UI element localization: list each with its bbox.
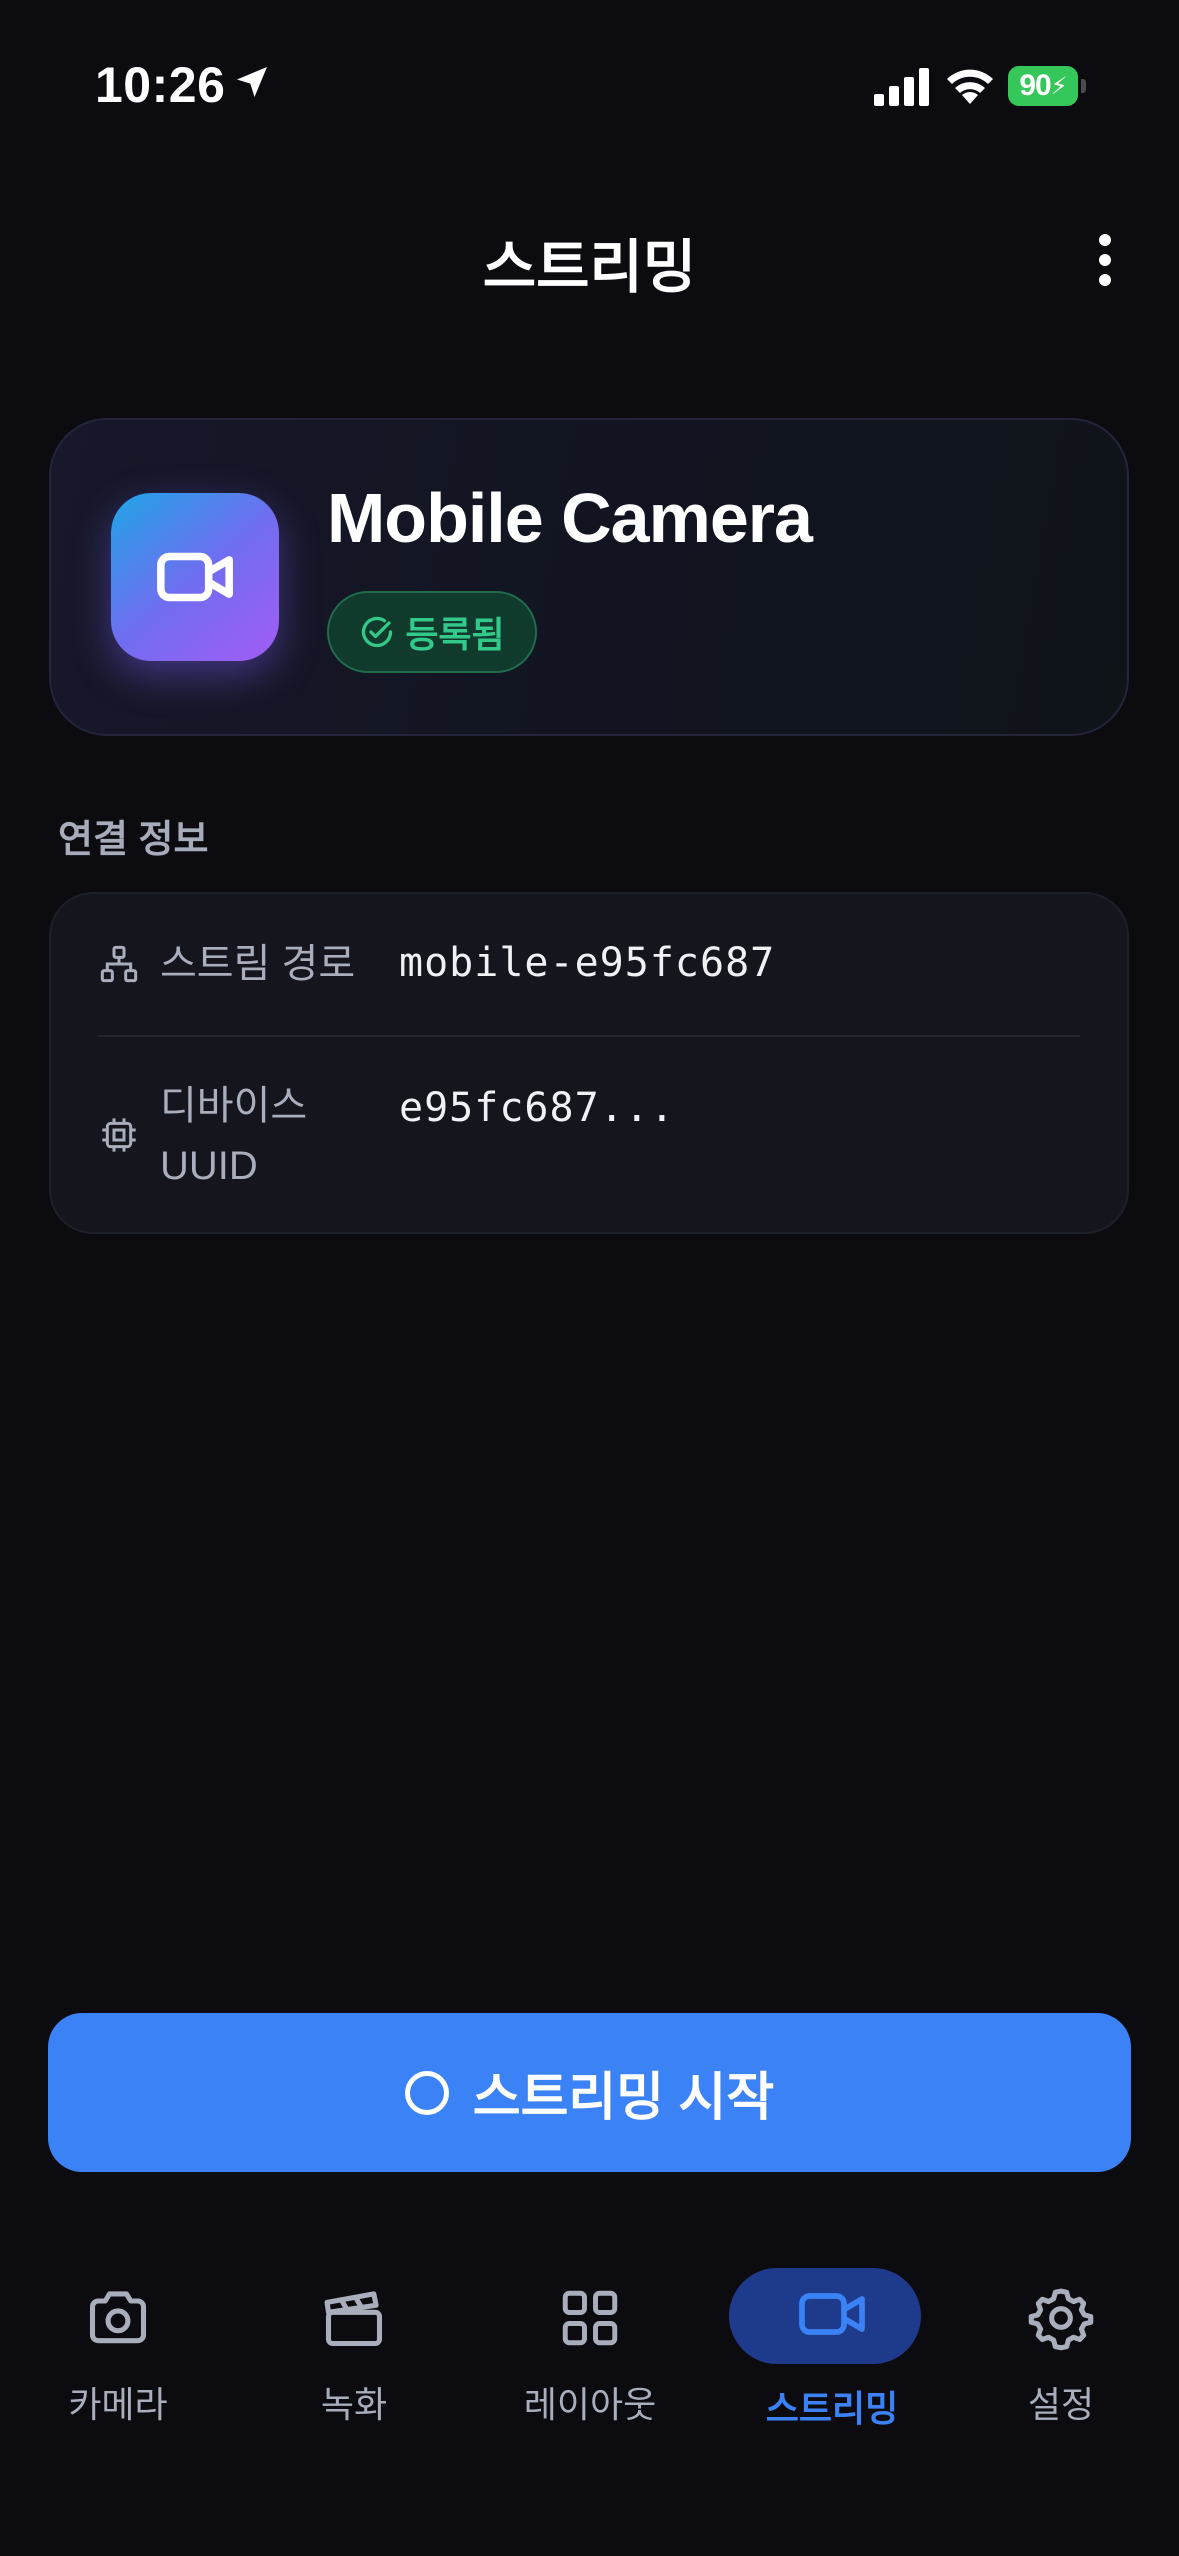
video-camera-icon (157, 552, 233, 602)
video-icon (799, 2293, 865, 2335)
clapperboard-icon (324, 2291, 383, 2347)
tab-settings-label: 설정 (1027, 2384, 1095, 2425)
tab-camera[interactable]: 카메라 (13, 2268, 223, 2428)
chip-icon (102, 1118, 136, 1152)
wifi-icon (947, 69, 993, 104)
network-tree-icon (100, 945, 138, 983)
device-name: Mobile Camera (327, 479, 813, 557)
tab-recording[interactable]: 녹화 (249, 2268, 459, 2428)
tab-camera-label: 카메라 (68, 2384, 168, 2425)
tab-layout-label: 레이아웃 (523, 2384, 657, 2425)
row-divider (98, 1035, 1080, 1037)
charging-bolt-icon: ⚡ (1050, 72, 1068, 100)
location-arrow-icon (237, 67, 267, 97)
start-streaming-button[interactable]: 스트리밍 시작 (48, 2013, 1131, 2172)
registered-badge: 등록됨 (327, 591, 537, 673)
tab-streaming-label: 스트리밍 (765, 2388, 899, 2429)
cellular-signal-icon (874, 68, 929, 106)
stream-path-value: mobile-e95fc687 (399, 940, 776, 986)
page-title: 스트리밍 (482, 235, 697, 300)
device-uuid-label-line2: UUID (160, 1144, 258, 1188)
connection-section-title: 연결 정보 (58, 819, 209, 861)
battery-level: 90 (1019, 69, 1051, 102)
tab-streaming[interactable]: 스트리밍 (727, 2268, 937, 2429)
check-circle-icon (362, 616, 393, 648)
record-circle-icon (404, 2070, 449, 2115)
tab-recording-label: 녹화 (320, 2384, 388, 2425)
stream-path-label: 스트림 경로 (160, 942, 356, 986)
start-streaming-label: 스트리밍 시작 (472, 2069, 775, 2127)
more-options-icon[interactable] (1090, 230, 1120, 290)
grid-icon (562, 2290, 618, 2346)
device-uuid-value: e95fc687... (399, 1085, 675, 1131)
registered-badge-label: 등록됨 (405, 614, 505, 655)
tab-layout[interactable]: 레이아웃 (485, 2268, 695, 2428)
camera-icon (89, 2291, 147, 2344)
tab-settings[interactable]: 설정 (956, 2268, 1166, 2428)
status-time: 10:26 (95, 57, 226, 113)
gear-icon (1028, 2288, 1094, 2351)
device-app-icon (111, 493, 279, 661)
device-uuid-label-line1: 디바이스 (160, 1084, 308, 1128)
battery-indicator: 90 ⚡ (1008, 66, 1088, 106)
